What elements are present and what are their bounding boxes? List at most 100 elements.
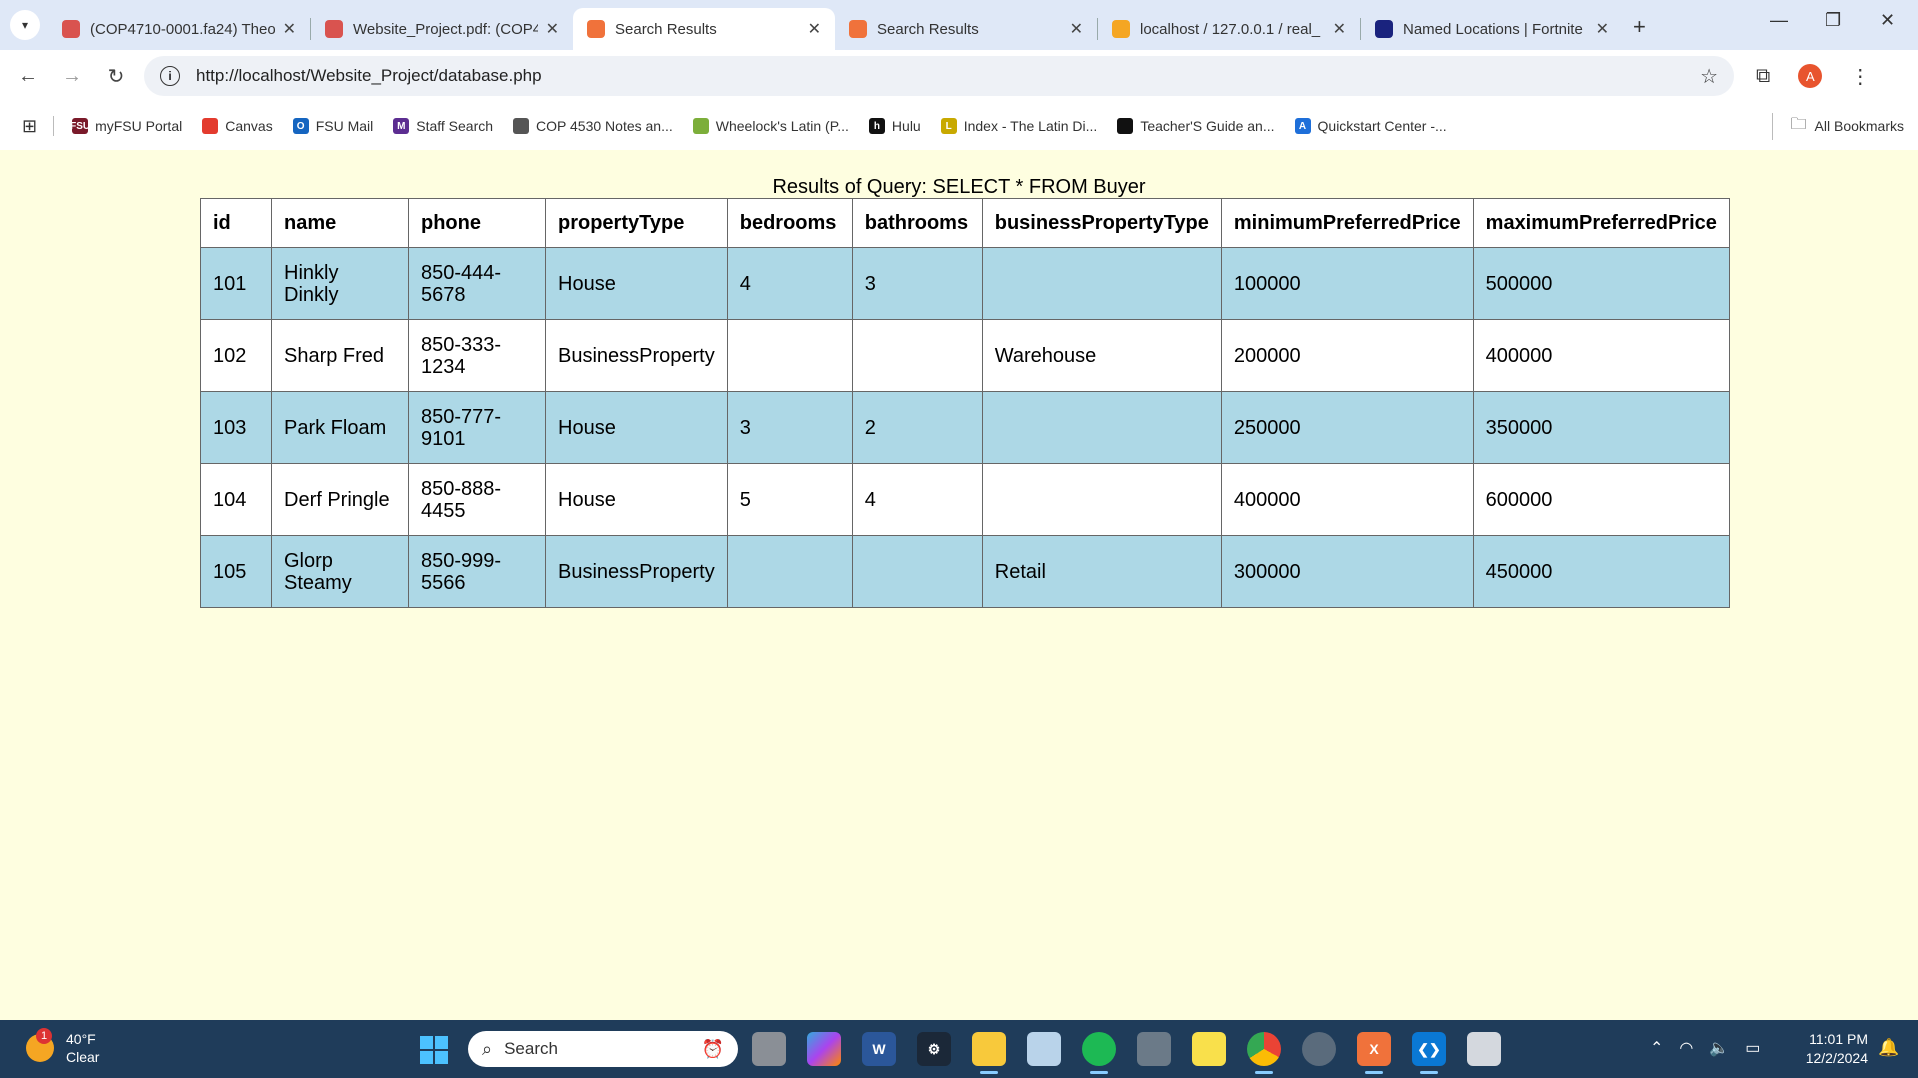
tab-close-icon[interactable]: ✕ (283, 19, 296, 39)
table-cell-maximumpreferredprice: 450000 (1472, 535, 1730, 608)
tab-favicon-icon (1112, 20, 1130, 38)
table-cell-maximumpreferredprice: 500000 (1472, 247, 1730, 320)
tab-title: Search Results (615, 20, 717, 38)
browser-tab[interactable]: (COP4710-0001.fa24) Theo ✕ (48, 8, 310, 50)
back-arrow-icon: ← (18, 64, 38, 87)
page-content: Results of Query: SELECT * FROM Buyer id… (0, 150, 1918, 1020)
browser-tab[interactable]: Search Results ✕ (835, 8, 1097, 50)
bookmarks-bar: ⊞ FSU myFSU Portal Canvas O FSU Mail M Staff S… (0, 102, 1918, 150)
table-cell-bedrooms: 4 (726, 247, 853, 320)
taskbar-clock[interactable]: 11:01 PM 12/2/2024 (1790, 1030, 1868, 1068)
reload-button[interactable]: ↻ (94, 64, 138, 89)
table-cell-bathrooms: 4 (851, 463, 983, 536)
browser-tab[interactable]: Website_Project.pdf: (COP4 ✕ (311, 8, 573, 50)
file-explorer-icon[interactable] (972, 1032, 1006, 1074)
settings-gear-icon[interactable] (1302, 1032, 1336, 1066)
back-button[interactable]: ← (6, 65, 50, 88)
tab-title: localhost / 127.0.0.1 / real_ (1140, 20, 1321, 38)
volume-icon[interactable]: 🔈 (1709, 1038, 1729, 1058)
table-cell-businesspropertytype: Retail (981, 535, 1222, 608)
taskbar-apps: W ⚙ X ❮❯ (752, 1032, 1501, 1074)
bookmark-item[interactable]: Canvas (202, 118, 273, 134)
column-header: businessPropertyType (981, 198, 1222, 248)
address-bar[interactable]: i http://localhost/Website_Project/datab… (144, 56, 1734, 96)
copilot-icon[interactable] (807, 1032, 841, 1066)
bookmark-item[interactable]: Teacher'S Guide an... (1117, 118, 1275, 134)
tab-close-icon[interactable]: ✕ (1596, 19, 1609, 39)
weather-widget[interactable]: 1 40°F Clear (26, 1028, 99, 1066)
chevron-up-icon[interactable]: ⌃ (1650, 1038, 1663, 1058)
bookmark-favicon-icon: h (868, 118, 885, 134)
tab-favicon-icon (1375, 20, 1393, 38)
chevron-down-icon: ▾ (21, 18, 29, 32)
bookmark-item[interactable]: O FSU Mail (292, 118, 373, 134)
word-icon[interactable]: W (862, 1032, 896, 1066)
browser-tab[interactable]: Search Results ✕ (573, 8, 835, 50)
all-bookmarks-button[interactable]: 🗀 All Bookmarks (1771, 112, 1904, 140)
menu-kebab-icon[interactable]: ⋮ (1850, 64, 1870, 89)
tab-favicon-icon (62, 20, 80, 38)
bookmark-item[interactable]: A Quickstart Center -... (1294, 118, 1447, 134)
bookmark-item[interactable]: Wheelock's Latin (P... (692, 118, 849, 134)
spotify-icon[interactable] (1082, 1032, 1116, 1074)
site-info-icon[interactable]: i (160, 66, 180, 86)
steam-icon[interactable]: ⚙ (917, 1032, 951, 1066)
bookmark-favicon-icon: M (393, 118, 410, 134)
bookmark-star-icon[interactable]: ☆ (1700, 64, 1718, 89)
tab-title: Website_Project.pdf: (COP4 (353, 20, 538, 38)
new-tab-button[interactable]: + (1633, 14, 1646, 40)
extensions-icon[interactable]: ⧉ (1756, 65, 1770, 88)
close-window-button[interactable]: ✕ (1880, 10, 1895, 31)
table-cell-phone: 850-888-4455 (408, 463, 546, 536)
bookmark-label: Hulu (891, 118, 921, 134)
table-body: 101 Hinkly Dinkly 850-444-5678 House 4 3 10000… (200, 247, 1730, 608)
minimize-button[interactable]: — (1770, 10, 1788, 31)
sticky-notes-icon[interactable] (1192, 1032, 1226, 1066)
profile-avatar[interactable]: A (1798, 64, 1823, 88)
start-button[interactable] (420, 1036, 448, 1064)
bookmark-label: Index - The Latin Di... (963, 118, 1098, 134)
bookmark-item[interactable]: COP 4530 Notes an... (513, 118, 673, 134)
taskbar-search[interactable]: ⌕ Search ⏰ (468, 1031, 738, 1067)
column-header: bedrooms (726, 198, 853, 248)
table-cell-propertytype: BusinessProperty (545, 535, 728, 608)
snipping-tool-icon[interactable] (1467, 1032, 1501, 1066)
bookmark-item[interactable]: h Hulu (868, 118, 921, 134)
table-cell-bedrooms: 5 (726, 463, 853, 536)
table-cell-bedrooms (726, 535, 853, 608)
wifi-icon[interactable]: ◠ (1679, 1038, 1693, 1058)
calculator-icon[interactable] (1137, 1032, 1171, 1066)
bookmark-favicon-icon: FSU (70, 118, 90, 134)
table-cell-businesspropertytype: Warehouse (981, 319, 1222, 392)
restore-button[interactable]: ❐ (1825, 10, 1841, 31)
table-cell-businesspropertytype (981, 247, 1222, 320)
vscode-icon[interactable]: ❮❯ (1412, 1032, 1446, 1074)
bookmark-label: Canvas (225, 118, 273, 134)
task-view-icon[interactable] (752, 1032, 786, 1066)
search-icon: ⌕ (482, 1038, 493, 1059)
apps-grid-icon[interactable]: ⊞ (22, 116, 37, 137)
xampp-icon[interactable]: X (1357, 1032, 1391, 1074)
tab-search-button[interactable]: ▾ (10, 10, 40, 40)
tab-close-icon[interactable]: ✕ (1070, 19, 1083, 39)
battery-icon[interactable]: ▭ (1745, 1038, 1760, 1058)
bookmark-item[interactable]: FSU myFSU Portal (70, 118, 182, 134)
bookmark-item[interactable]: L Index - The Latin Di... (940, 118, 1098, 134)
clock-time: 11:01 PM (1809, 1031, 1868, 1047)
browser-tab[interactable]: Named Locations | Fortnite ✕ (1361, 8, 1623, 50)
tab-favicon-icon (325, 20, 343, 38)
browser-tab[interactable]: localhost / 127.0.0.1 / real_ ✕ (1098, 8, 1360, 50)
photos-icon[interactable] (1027, 1032, 1061, 1066)
table-cell-phone: 850-333-1234 (408, 319, 546, 392)
url-text[interactable]: http://localhost/Website_Project/databas… (196, 66, 1700, 86)
forward-button[interactable]: → (50, 65, 94, 88)
table-cell-bathrooms (851, 535, 983, 608)
tab-close-icon[interactable]: ✕ (1333, 19, 1346, 39)
table-cell-bedrooms (726, 319, 853, 392)
tab-close-icon[interactable]: ✕ (808, 19, 821, 39)
tab-close-icon[interactable]: ✕ (546, 19, 559, 39)
chrome-icon[interactable] (1247, 1032, 1281, 1074)
bookmark-item[interactable]: M Staff Search (393, 118, 493, 134)
table-cell-minimumpreferredprice: 100000 (1220, 247, 1474, 320)
notification-bell-icon[interactable]: 🔔 (1878, 1038, 1899, 1058)
